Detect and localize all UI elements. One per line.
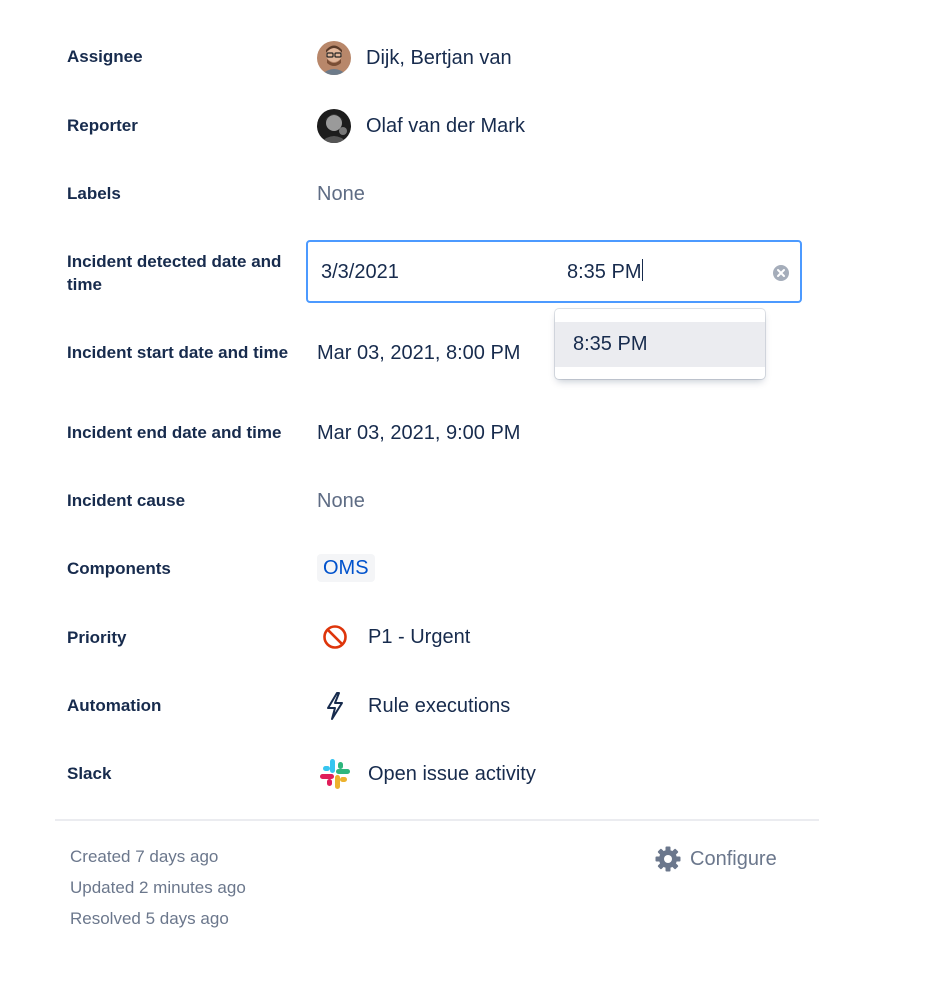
footer-divider: [55, 819, 819, 821]
incident-end-value[interactable]: Mar 03, 2021, 9:00 PM: [317, 420, 520, 446]
reporter-label: Reporter: [67, 116, 138, 135]
reporter-name: Olaf van der Mark: [366, 115, 525, 137]
clear-icon[interactable]: [772, 264, 790, 282]
assignee-value[interactable]: Dijk, Bertjan van: [317, 40, 512, 76]
labels-label: Labels: [67, 184, 121, 203]
components-label: Components: [67, 559, 171, 578]
component-chip[interactable]: OMS: [317, 554, 375, 582]
slack-value[interactable]: Open issue activity: [317, 756, 536, 792]
time-input-value: 8:35 PM: [567, 261, 642, 283]
issue-details-panel: Assignee Dijk, Bertjan van Reporter Olaf…: [0, 0, 936, 999]
automation-value[interactable]: Rule executions: [317, 688, 510, 724]
priority-blocker-icon: [317, 619, 353, 655]
priority-text: P1 - Urgent: [368, 626, 471, 648]
reporter-avatar: [317, 109, 351, 143]
time-option[interactable]: 8:35 PM: [555, 322, 765, 367]
priority-label: Priority: [67, 628, 127, 647]
assignee-name: Dijk, Bertjan van: [366, 47, 512, 69]
incident-start-label: Incident start date and time: [67, 343, 289, 362]
time-dropdown-menu: 8:35 PM: [555, 309, 765, 379]
priority-value[interactable]: P1 - Urgent: [317, 619, 470, 655]
assignee-avatar: [317, 41, 351, 75]
slack-logo-icon: [317, 756, 353, 792]
date-input[interactable]: 3/3/2021: [321, 259, 399, 285]
incident-cause-label: Incident cause: [67, 491, 186, 510]
components-value[interactable]: OMS: [317, 554, 375, 582]
resolved-timestamp: Resolved 5 days ago: [70, 909, 229, 928]
time-input[interactable]: 8:35 PM: [567, 259, 644, 285]
gear-icon: [654, 845, 682, 873]
updated-timestamp: Updated 2 minutes ago: [70, 878, 246, 897]
incident-detected-label: Incident detected date and time: [67, 252, 282, 294]
incident-cause-value[interactable]: None: [317, 488, 365, 514]
incident-start-value[interactable]: Mar 03, 2021, 8:00 PM: [317, 340, 520, 366]
text-caret: [642, 259, 644, 281]
assignee-label: Assignee: [67, 47, 143, 66]
configure-label: Configure: [690, 847, 777, 870]
reporter-value[interactable]: Olaf van der Mark: [317, 108, 525, 144]
slack-label: Slack: [67, 764, 112, 783]
incident-detected-datetime-picker[interactable]: 3/3/2021 8:35 PM: [306, 240, 802, 303]
automation-label: Automation: [67, 696, 162, 715]
configure-button[interactable]: Configure: [654, 845, 777, 873]
rule-executions-link[interactable]: Rule executions: [368, 693, 510, 719]
labels-value[interactable]: None: [317, 181, 365, 207]
open-issue-activity-link[interactable]: Open issue activity: [368, 761, 536, 787]
incident-end-label: Incident end date and time: [67, 423, 282, 442]
lightning-bolt-icon: [317, 688, 353, 724]
created-timestamp: Created 7 days ago: [70, 847, 219, 866]
